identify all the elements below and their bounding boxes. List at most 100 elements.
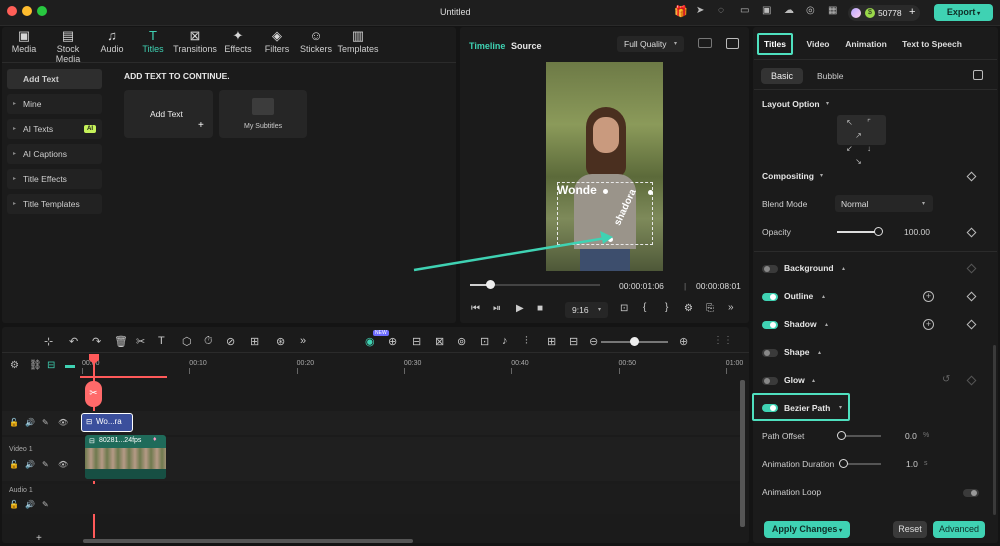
outline-toggle[interactable] [762,293,778,301]
cloud-icon[interactable]: ☁ [784,5,794,16]
blend-mode-select[interactable]: Normal ▾ [835,195,933,212]
background-toggle[interactable] [762,265,778,273]
step-back-icon[interactable]: ⏮ [471,303,480,314]
timeline-vertical-scrollbar[interactable] [740,380,745,527]
track-icon[interactable]: ▬ [65,360,75,371]
chevron-down-icon[interactable]: ▾ [839,404,842,411]
maximize-window-button[interactable] [37,6,47,16]
ai-copilot-icon[interactable]: ◉ [365,335,375,348]
subtab-basic[interactable]: Basic [761,68,803,84]
text-icon[interactable]: T [158,335,165,347]
tab-animation[interactable]: Animation [840,33,892,55]
mixer-icon[interactable]: ⫶ [525,335,528,348]
split-icon[interactable]: ⊕ [388,335,397,348]
toolbar-stock-media[interactable]: ▤ Stock Media [44,28,92,64]
marker-icon[interactable]: ⊡ [620,303,628,314]
safe-zone-icon[interactable] [698,38,712,48]
toolbar-titles[interactable]: T Titles [131,28,175,54]
more-icon[interactable]: » [300,335,306,347]
detach-icon[interactable]: ⊘ [226,335,235,348]
toolbar-transitions[interactable]: ⊠ Transitions [173,28,217,54]
snapshot-icon[interactable] [726,38,739,49]
close-window-button[interactable] [7,6,17,16]
opacity-slider[interactable] [837,231,878,233]
stop-icon[interactable]: ■ [537,303,543,314]
unlink-icon[interactable]: ✎ [42,500,49,509]
opacity-slider-handle[interactable] [874,227,883,236]
eye-icon[interactable]: 👁 [58,418,68,427]
save-icon[interactable]: ▣ [762,5,771,16]
path-offset-slider[interactable] [841,435,881,437]
animation-duration-handle[interactable] [839,459,848,468]
toolbar-filters[interactable]: ◈ Filters [255,28,299,54]
animation-loop-toggle[interactable] [963,489,979,497]
tab-video[interactable]: Video [803,33,833,55]
pip-icon[interactable]: ⊞ [547,335,556,348]
animation-duration-value[interactable]: 1.0 [906,459,918,469]
chevron-down-icon[interactable]: ▾ [820,172,823,179]
volume-icon[interactable]: 🔊 [25,460,35,469]
add-marker-icon[interactable]: ⊞ [250,335,259,348]
toolbar-media[interactable]: ▣ Media [2,28,46,54]
shape-toggle[interactable] [762,349,778,357]
export-button[interactable]: Export ▾ [934,4,993,21]
save-preset-icon[interactable] [973,70,983,80]
progress-handle[interactable] [485,280,495,289]
chevron-up-icon[interactable]: ▴ [842,265,845,272]
display-icon[interactable]: ▭ [740,5,749,16]
tab-source[interactable]: Source [511,41,542,51]
speed-icon[interactable]: ⏱ [204,335,213,348]
caption-icon[interactable]: ⊟ [569,335,578,348]
path-offset-handle[interactable] [837,431,846,440]
gift-icon[interactable]: 🎁 [674,5,688,18]
play-frame-icon[interactable]: ⏯ [493,303,501,314]
chevron-up-icon[interactable]: ▴ [812,377,815,384]
reset-icon[interactable]: ↺ [942,374,950,385]
timeline-horizontal-scrollbar[interactable] [83,539,413,543]
toolbar-audio[interactable]: ♫ Audio [92,28,132,54]
add-track-icon[interactable]: + [36,533,42,544]
cut-icon[interactable]: ✂ [136,335,145,348]
lock-icon[interactable]: 🔓 [9,418,19,427]
grid-icon[interactable]: ▦ [828,5,837,16]
sidebar-item-mine[interactable]: ▸ Mine [7,94,102,114]
chevron-up-icon[interactable]: ▴ [822,293,825,300]
credits-pill[interactable]: $ 50778 + [848,5,920,21]
sidebar-item-ai-texts[interactable]: ▸ AI Texts AI [7,119,102,139]
bezier-handle[interactable] [648,190,653,195]
bezier-path-highlight[interactable]: Bezier Path ▾ [752,393,850,421]
crop-icon[interactable]: ⬡ [182,335,192,348]
lock-icon[interactable]: 🔓 [9,500,19,509]
tab-timeline[interactable]: Timeline [469,41,505,51]
add-outline-icon[interactable]: + [923,291,934,302]
title-clip[interactable]: ⊟ Wo...ra [81,413,133,432]
redo-icon[interactable]: ↷ [92,335,101,348]
select-icon[interactable]: ⊹ [44,335,53,348]
path-offset-value[interactable]: 0.0 [905,431,917,441]
mic-icon[interactable]: ♪ [502,335,508,347]
tab-titles[interactable]: Titles [757,33,793,55]
sidebar-item-add-text[interactable]: Add Text [7,69,102,89]
bezier-handle[interactable] [603,189,608,194]
layout-grid[interactable]: ↖ ⌜ ↗ ↙ ↓ ↘ [837,115,886,166]
toolbar-stickers[interactable]: ☺ Stickers [294,28,338,54]
unlink-icon[interactable]: ✎ [42,460,49,469]
properties-scrollbar[interactable] [993,345,996,515]
subtab-bubble[interactable]: Bubble [817,71,843,81]
toolbar-effects[interactable]: ✦ Effects [216,28,260,54]
shield-icon[interactable]: ⊡ [480,335,489,348]
lightbulb-icon[interactable]: ◌ [718,5,724,16]
add-text-card[interactable]: Add Text + [124,90,213,138]
quality-select[interactable]: Full Quality ▾ [617,36,684,52]
add-shadow-icon[interactable]: + [923,319,934,330]
advanced-button[interactable]: Advanced [933,521,985,538]
track-options-icon[interactable]: ⋮⋮ [713,335,733,346]
camera-icon[interactable]: ⎘ [706,303,714,314]
chevron-up-icon[interactable]: ▴ [825,321,828,328]
split-scissors-icon[interactable]: ✂ [85,381,102,407]
sidebar-item-ai-captions[interactable]: ▸ AI Captions [7,144,102,164]
stabilize-icon[interactable]: ⊚ [457,335,466,348]
volume-icon[interactable]: 🔊 [25,500,35,509]
more-icon[interactable]: » [728,302,734,313]
settings-icon[interactable]: ⚙ [684,303,693,314]
